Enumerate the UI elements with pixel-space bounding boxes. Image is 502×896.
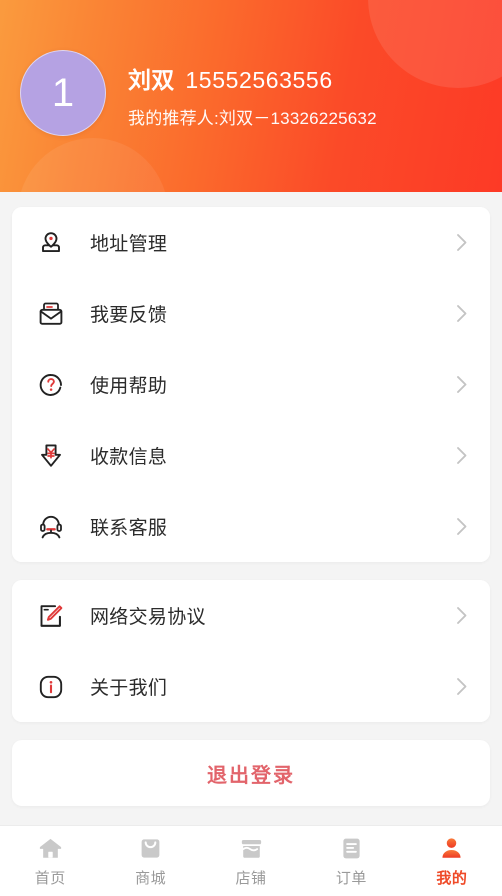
info-circle-icon [34, 670, 68, 704]
chevron-right-icon [454, 376, 470, 393]
menu-item-label: 收款信息 [90, 447, 168, 468]
tab-label: 订单 [335, 870, 367, 887]
question-help-icon [34, 368, 68, 402]
headset-support-icon [34, 510, 68, 544]
tab-mall[interactable]: 商城 [100, 826, 200, 896]
home-icon [36, 834, 64, 862]
user-profile-icon [438, 834, 466, 862]
bottom-navigation-bar: 首页 商城 店铺 订单 我的 [0, 825, 502, 896]
menu-item-label: 使用帮助 [90, 376, 168, 397]
chevron-right-icon [454, 518, 470, 535]
tab-mine[interactable]: 我的 [402, 826, 502, 896]
menu-item-transaction-agreement[interactable]: 网络交易协议 [12, 580, 490, 651]
tab-home[interactable]: 首页 [0, 826, 100, 896]
menu-item-label: 关于我们 [90, 678, 168, 699]
menu-card-account-services: 地址管理 我要反馈 使用帮助 收款信息 联系客服 [12, 207, 490, 562]
envelope-feedback-icon [34, 297, 68, 331]
menu-item-label: 我要反馈 [90, 305, 168, 326]
menu-item-about-us[interactable]: 关于我们 [12, 651, 490, 722]
profile-header: 1 刘双 15552563556 我的推荐人:刘双－13326225632 [0, 0, 502, 192]
chevron-right-icon [454, 234, 470, 251]
menu-item-label: 地址管理 [90, 234, 168, 255]
user-phone: 15552563556 [185, 67, 333, 93]
location-pin-icon [34, 226, 68, 260]
chevron-right-icon [454, 678, 470, 695]
user-info-block: 刘双 15552563556 我的推荐人:刘双－13326225632 [128, 57, 377, 129]
chevron-right-icon [454, 305, 470, 322]
menu-item-customer-service[interactable]: 联系客服 [12, 491, 490, 562]
payment-arrow-yuan-icon [34, 439, 68, 473]
tab-store[interactable]: 店铺 [201, 826, 301, 896]
avatar-text: 1 [51, 70, 75, 115]
user-name-and-phone: 刘双 15552563556 [128, 61, 377, 95]
menu-item-feedback[interactable]: 我要反馈 [12, 278, 490, 349]
referrer-line: 我的推荐人:刘双－13326225632 [128, 109, 377, 128]
tab-label: 首页 [34, 870, 66, 887]
menu-item-payment-info[interactable]: 收款信息 [12, 420, 490, 491]
logout-label: 退出登录 [207, 764, 295, 787]
app-screen: 1 刘双 15552563556 我的推荐人:刘双－13326225632 地址… [0, 0, 502, 896]
tab-label: 商城 [135, 870, 167, 887]
logout-button[interactable]: 退出登录 [12, 740, 490, 806]
menu-item-label: 联系客服 [90, 518, 168, 539]
chevron-right-icon [454, 607, 470, 624]
order-list-icon [337, 834, 365, 862]
chevron-right-icon [454, 447, 470, 464]
tab-label: 店铺 [235, 870, 267, 887]
shop-store-icon [237, 834, 265, 862]
tab-label: 我的 [436, 870, 468, 887]
menu-card-legal-info: 网络交易协议 关于我们 [12, 580, 490, 722]
menu-item-label: 网络交易协议 [90, 607, 206, 628]
user-name: 刘双 [128, 67, 175, 93]
menu-item-address-management[interactable]: 地址管理 [12, 207, 490, 278]
avatar[interactable]: 1 [20, 50, 106, 136]
menu-item-help[interactable]: 使用帮助 [12, 349, 490, 420]
mall-bag-icon [137, 834, 165, 862]
content-area: 地址管理 我要反馈 使用帮助 收款信息 联系客服 网络交易协议 关于我们 退出登… [0, 192, 502, 825]
document-edit-icon [34, 599, 68, 633]
tab-orders[interactable]: 订单 [301, 826, 401, 896]
